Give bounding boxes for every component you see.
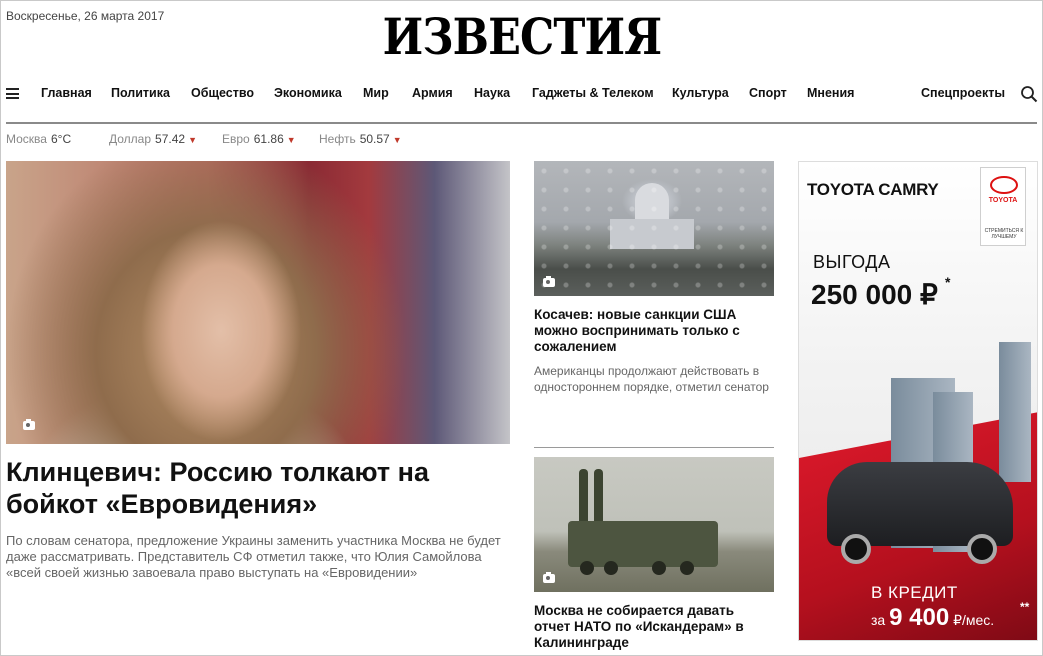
nav-item-economy[interactable]: Экономика xyxy=(274,86,342,100)
toyota-emblem-icon xyxy=(990,176,1018,194)
vehicle-wheel xyxy=(604,561,618,575)
nav-item-special-projects[interactable]: Спецпроекты xyxy=(921,86,1005,100)
nav-item-main[interactable]: Главная xyxy=(41,86,92,100)
ad-footnote-mark: ** xyxy=(1020,600,1030,614)
ad-price-suffix: ₽/мес. xyxy=(953,612,995,628)
camera-icon xyxy=(23,419,35,430)
missile xyxy=(579,469,588,529)
ticker-value: 50.57 xyxy=(359,132,390,146)
nav-item-politics[interactable]: Политика xyxy=(111,86,170,100)
ticker-value: 57.42 xyxy=(155,132,186,146)
ticker-label: Москва xyxy=(6,132,47,146)
side-article-photo[interactable] xyxy=(534,457,774,592)
nav-item-culture[interactable]: Культура xyxy=(672,86,729,100)
side-article-photo[interactable] xyxy=(534,161,774,296)
ad-logo-brand: TOYOTA xyxy=(988,197,1018,204)
nav-item-gadgets[interactable]: Гаджеты & Телеком xyxy=(532,86,654,100)
toyota-ad-banner[interactable]: TOYOTA CAMRY TOYOTA СТРЕМИТЬСЯ К ЛУЧШЕМУ… xyxy=(798,161,1038,641)
side-article-summary: Американцы продолжают действовать в одно… xyxy=(534,364,769,394)
ticker-eur[interactable]: Евро 61.86 ▼ xyxy=(222,132,296,146)
nav-item-army[interactable]: Армия xyxy=(412,86,453,100)
ad-car-wheel xyxy=(841,534,871,564)
ad-logo-slogan: СТРЕМИТЬСЯ К ЛУЧШЕМУ xyxy=(984,228,1024,240)
ticker-label: Нефть xyxy=(319,132,356,146)
nav-item-science[interactable]: Наука xyxy=(474,86,510,100)
nav-item-sport[interactable]: Спорт xyxy=(749,86,787,100)
launcher-vehicle xyxy=(568,521,718,567)
search-icon[interactable] xyxy=(1020,85,1038,103)
rain-drops xyxy=(534,161,774,296)
lead-article-summary: По словам сенатора, предложение Украины … xyxy=(6,533,501,580)
vehicle-wheel xyxy=(680,561,694,575)
ticker-label: Доллар xyxy=(109,132,152,146)
ad-skyscraper xyxy=(999,342,1031,482)
hamburger-icon[interactable] xyxy=(6,88,19,99)
main-nav: Главная Политика Общество Экономика Мир … xyxy=(1,79,1042,109)
ticker-usd[interactable]: Доллар 57.42 ▼ xyxy=(109,132,197,146)
lead-article-title[interactable]: Клинцевич: Россию толкают на бойкот «Евр… xyxy=(6,456,496,520)
ad-car-wheel xyxy=(967,534,997,564)
ticker-weather: Москва 6°C xyxy=(6,132,71,146)
ticker-value: 61.86 xyxy=(253,132,284,146)
nav-item-world[interactable]: Мир xyxy=(363,86,389,100)
ad-footnote-mark: * xyxy=(945,274,951,290)
chevron-down-icon[interactable]: ▼ xyxy=(188,135,197,145)
lead-article-photo[interactable] xyxy=(6,161,510,444)
ad-brand: TOYOTA CAMRY xyxy=(807,180,939,199)
ad-benefit-label: ВЫГОДА xyxy=(813,252,891,272)
header-date: Воскресенье, 26 марта 2017 xyxy=(6,9,165,23)
header-divider xyxy=(6,122,1037,124)
article-divider xyxy=(534,447,774,448)
missile xyxy=(594,469,603,529)
ad-price-value: 9 400 xyxy=(889,604,950,631)
ticker-label: Евро xyxy=(222,132,250,146)
camera-icon xyxy=(543,572,555,583)
ticker-oil[interactable]: Нефть 50.57 ▼ xyxy=(319,132,402,146)
toyota-logo: TOYOTA СТРЕМИТЬСЯ К ЛУЧШЕМУ xyxy=(980,167,1026,246)
ad-price-prefix: за xyxy=(871,612,886,628)
ad-credit-price: за 9 400 ₽/мес. xyxy=(871,604,994,632)
nav-item-opinions[interactable]: Мнения xyxy=(807,86,854,100)
ticker-value: 6°C xyxy=(50,132,72,146)
ad-benefit-amount: 250 000 ₽ xyxy=(811,279,938,310)
nav-item-society[interactable]: Общество xyxy=(191,86,254,100)
side-article-title[interactable]: Косачев: новые санкции США можно восприн… xyxy=(534,307,774,355)
chevron-down-icon[interactable]: ▼ xyxy=(287,135,296,145)
site-logo[interactable]: ИЗВЕСТИЯ xyxy=(383,5,663,67)
ad-credit-label: В КРЕДИТ xyxy=(871,583,958,602)
vehicle-wheel xyxy=(652,561,666,575)
camera-icon xyxy=(543,276,555,287)
side-article-title[interactable]: Москва не собирается давать отчет НАТО п… xyxy=(534,603,774,651)
chevron-down-icon[interactable]: ▼ xyxy=(393,135,402,145)
vehicle-wheel xyxy=(580,561,594,575)
